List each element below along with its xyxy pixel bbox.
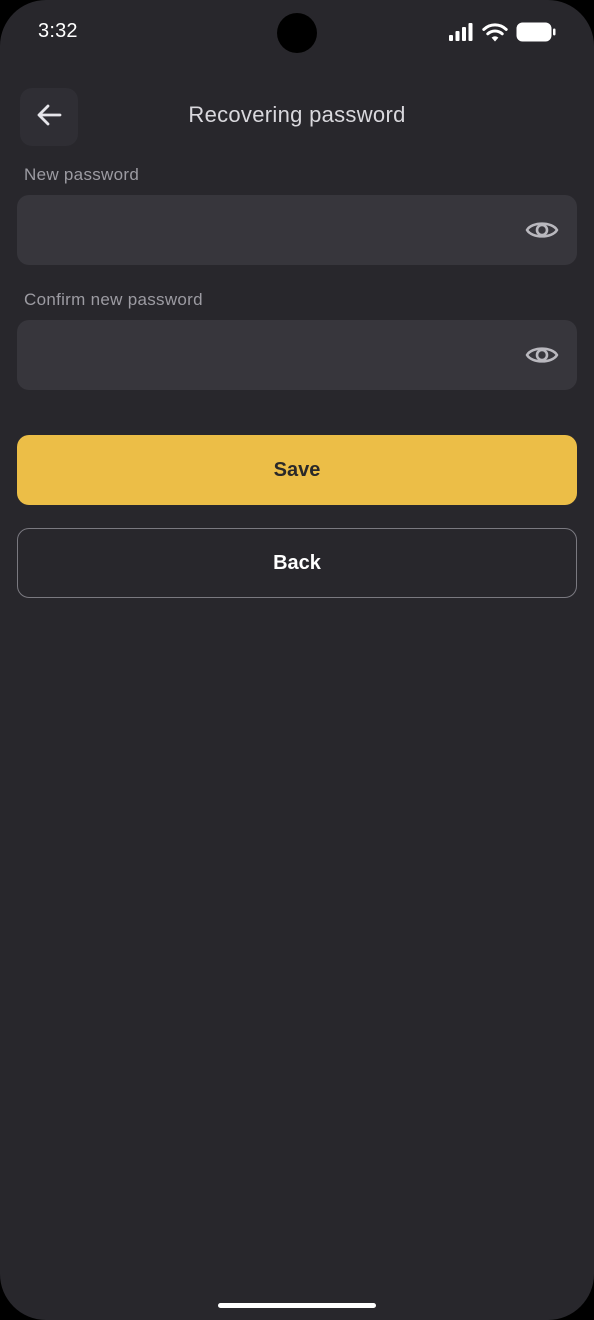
signal-icon <box>448 23 474 41</box>
back-button[interactable]: Back <box>17 528 577 598</box>
confirm-password-label: Confirm new password <box>24 290 203 309</box>
wifi-icon <box>482 22 508 42</box>
new-password-label: New password <box>24 165 140 184</box>
new-password-field-container <box>17 195 577 265</box>
eye-icon[interactable] <box>525 342 559 368</box>
eye-icon[interactable] <box>525 217 559 243</box>
battery-icon <box>516 22 556 42</box>
status-time: 3:32 <box>38 20 78 42</box>
new-password-input[interactable] <box>17 195 577 265</box>
confirm-password-field-container <box>17 320 577 390</box>
phone-screen: 3:32 Recovering password New password Co… <box>0 0 594 1320</box>
status-icons <box>448 22 556 42</box>
page-title: Recovering password <box>188 102 406 127</box>
save-button[interactable]: Save <box>17 435 577 505</box>
home-indicator[interactable] <box>218 1303 376 1308</box>
confirm-password-input[interactable] <box>17 320 577 390</box>
front-camera <box>277 13 317 53</box>
